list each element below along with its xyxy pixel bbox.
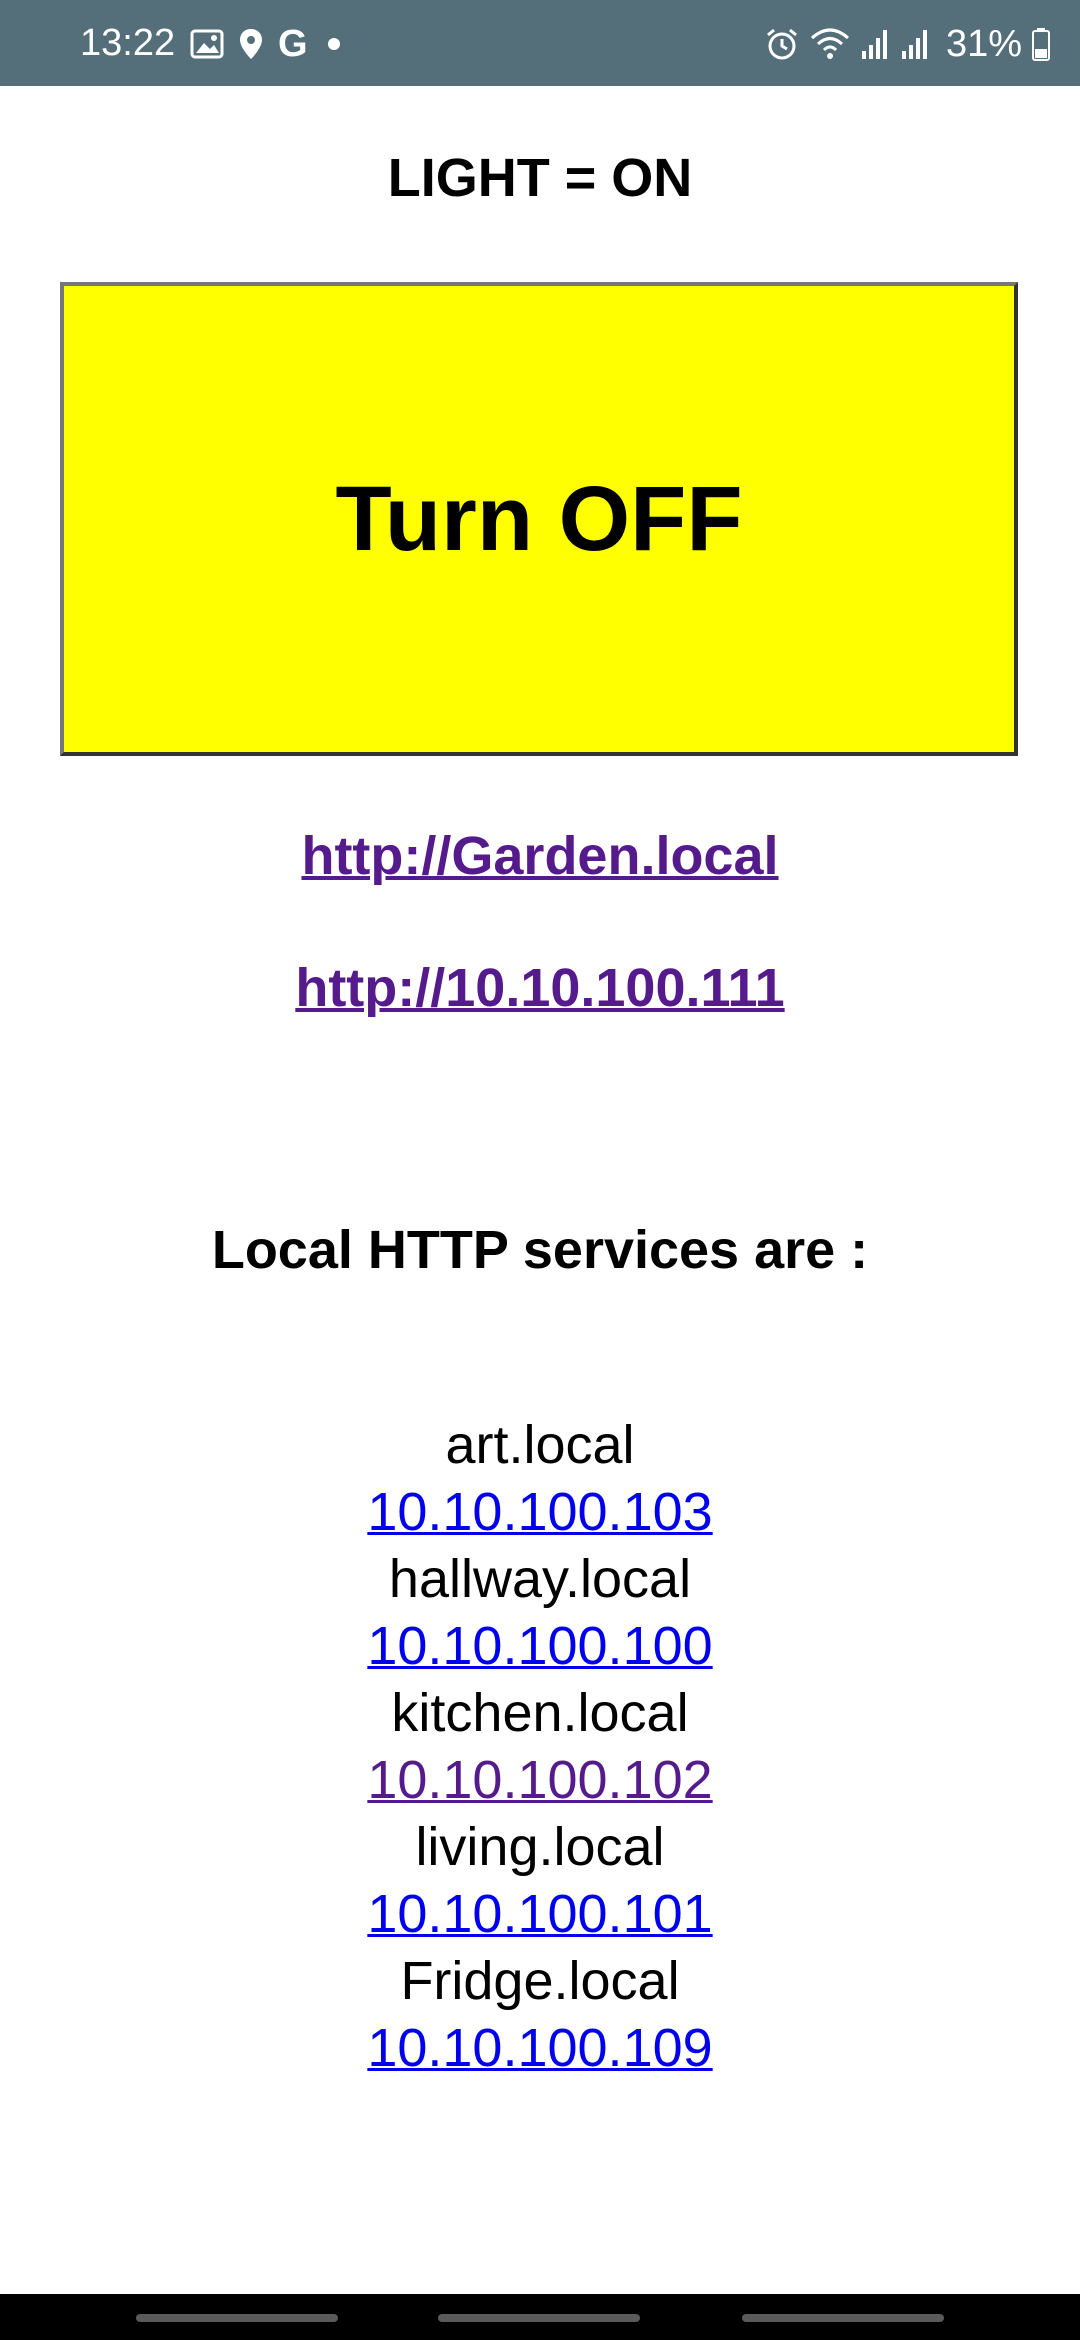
services-list: art.local 10.10.100.103 hallway.local 10…	[0, 1412, 1080, 2082]
status-time: 13:22	[80, 22, 176, 64]
signal-icon	[860, 27, 890, 61]
signal-icon	[900, 27, 930, 61]
image-icon	[190, 29, 224, 59]
service-ip-link[interactable]: 10.10.100.102	[367, 1747, 712, 1814]
nav-home-handle[interactable]	[438, 2314, 640, 2322]
service-name: kitchen.local	[391, 1683, 689, 1743]
service-ip-link[interactable]: 10.10.100.101	[367, 1881, 712, 1948]
nav-recents-handle[interactable]	[136, 2314, 338, 2322]
dot-icon	[327, 38, 340, 50]
status-left-icons: G	[190, 22, 340, 66]
services-heading: Local HTTP services are :	[211, 1220, 869, 1280]
service-ip-link[interactable]: 10.10.100.109	[367, 2015, 712, 2082]
page-content: LIGHT = ON Turn OFF http://Garden.local …	[0, 86, 1080, 2294]
link-row: http://10.10.100.111	[0, 956, 1080, 1020]
status-bar: 13:22 G 31%	[0, 0, 1080, 86]
link-row: http://Garden.local	[0, 824, 1080, 888]
alarm-icon	[764, 26, 800, 62]
status-right-icons: 31%	[764, 20, 1050, 68]
battery-percent: 31%	[945, 23, 1022, 65]
navigation-bar	[0, 2294, 1080, 2340]
service-ip-link[interactable]: 10.10.100.100	[367, 1613, 712, 1680]
google-icon: G	[278, 23, 308, 65]
garden-ip-link[interactable]: http://10.10.100.111	[295, 958, 784, 1018]
service-ip-link[interactable]: 10.10.100.103	[367, 1479, 712, 1546]
wifi-icon	[810, 26, 850, 62]
service-name: hallway.local	[388, 1549, 692, 1609]
nav-back-handle[interactable]	[742, 2314, 944, 2322]
service-name: living.local	[415, 1817, 665, 1877]
service-name: art.local	[445, 1415, 635, 1475]
battery-icon	[1032, 27, 1050, 61]
light-status-heading: LIGHT = ON	[387, 148, 693, 208]
service-name: Fridge.local	[400, 1951, 680, 2011]
location-icon	[238, 27, 264, 61]
garden-local-link[interactable]: http://Garden.local	[301, 826, 778, 886]
turn-off-button[interactable]: Turn OFF	[60, 282, 1018, 756]
